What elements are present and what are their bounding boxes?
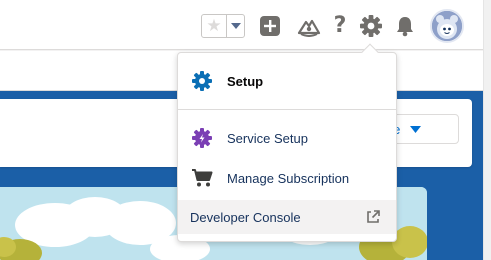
favorites-group: ★ (201, 14, 245, 38)
menu-item-service-setup[interactable]: Service Setup (178, 122, 396, 154)
menu-item-label: Manage Subscription (227, 170, 350, 186)
favorite-star-icon[interactable]: ★ (202, 15, 226, 37)
menu-item-label: Setup (227, 73, 264, 89)
help-icon: ? (333, 13, 347, 38)
help-button[interactable]: ? (328, 14, 352, 38)
gear-icon (360, 15, 382, 37)
menu-item-developer-console[interactable]: Developer Console (178, 200, 396, 234)
trailhead-button[interactable] (297, 14, 321, 38)
user-avatar[interactable] (430, 9, 464, 43)
setup-gear-button[interactable] (357, 12, 385, 40)
setup-menu: Setup Service Setup Manage Subscription … (177, 43, 397, 242)
global-actions-button[interactable] (258, 14, 282, 38)
menu-divider (178, 109, 396, 110)
chevron-down-icon (410, 125, 422, 133)
cart-icon (191, 167, 213, 189)
plus-icon (260, 16, 280, 36)
external-link-icon (367, 210, 380, 223)
astro-avatar-icon (432, 11, 462, 41)
bell-icon (397, 17, 413, 37)
page-scrollbar[interactable] (483, 0, 491, 260)
menu-item-label: Developer Console (190, 209, 301, 225)
menu-item-label: Service Setup (227, 130, 308, 146)
trailhead-icon (297, 19, 321, 37)
favorites-dropdown-button[interactable] (226, 15, 244, 37)
menu-item-setup[interactable]: Setup (178, 65, 396, 97)
notifications-button[interactable] (393, 14, 417, 38)
setup-gear-icon (191, 70, 213, 92)
service-gear-icon (191, 127, 213, 149)
global-header: ★ ? (0, 0, 491, 50)
caret-down-icon (230, 23, 241, 29)
menu-item-manage-subscription[interactable]: Manage Subscription (178, 162, 396, 194)
